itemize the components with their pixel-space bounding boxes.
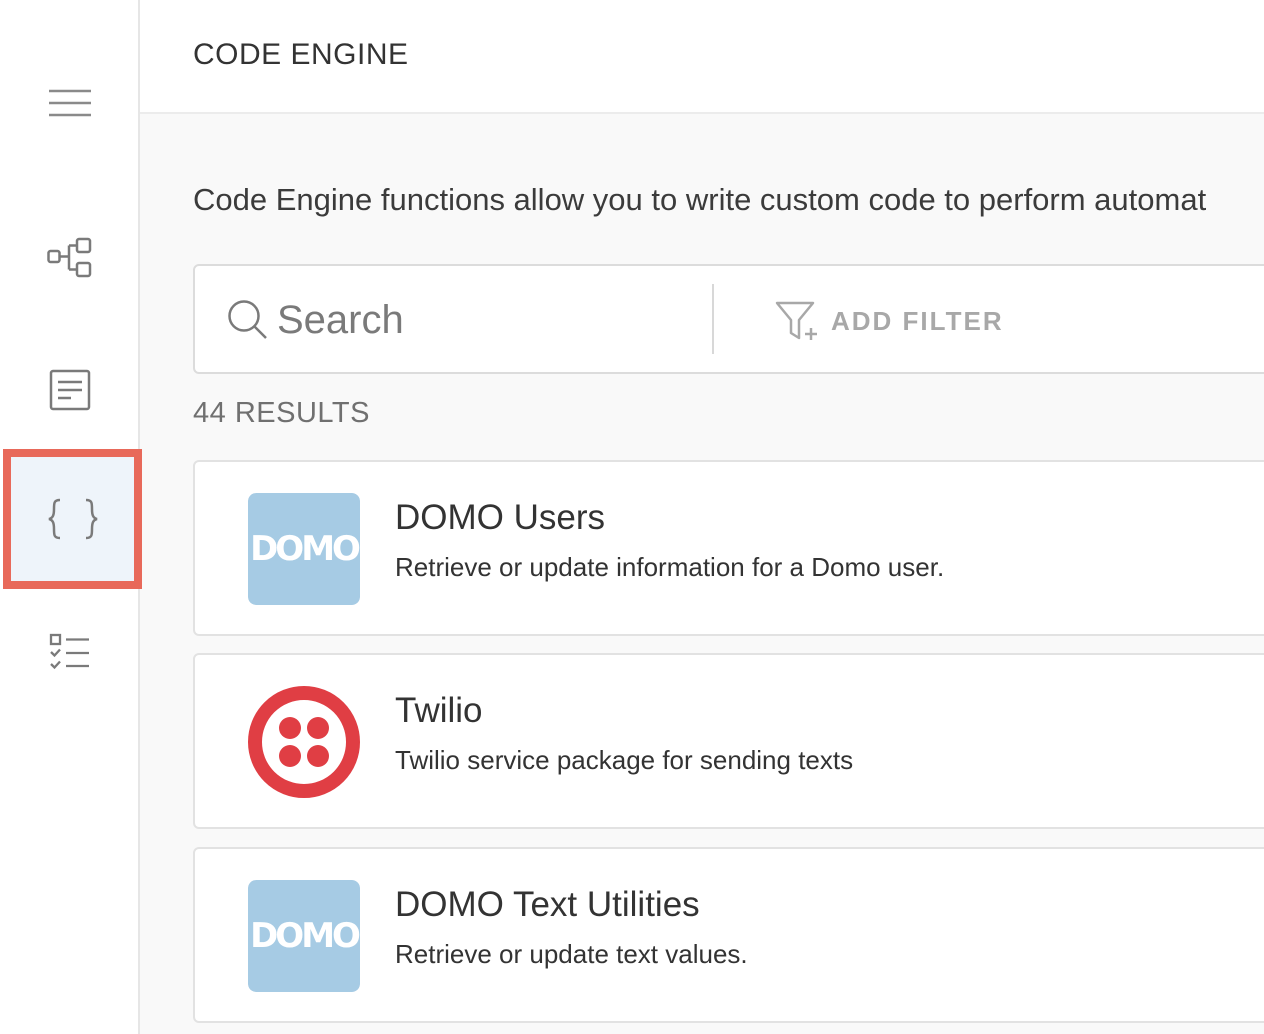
sidebar [0, 0, 142, 1034]
add-filter-button[interactable]: ADD FILTER [775, 299, 1004, 343]
search-divider [712, 284, 714, 354]
filter-plus-icon [775, 301, 817, 340]
search-bar: ADD FILTER [193, 264, 1264, 374]
search-icon [228, 300, 267, 339]
page-header: CODE ENGINE [140, 0, 1264, 114]
domo-logo: DOMO [248, 493, 360, 605]
package-card-twilio[interactable]: Twilio Twilio service package for sendin… [193, 653, 1264, 829]
add-filter-label: ADD FILTER [831, 305, 1004, 336]
sidebar-item-documents[interactable] [0, 325, 140, 455]
sidebar-item-code-engine[interactable] [3, 449, 142, 589]
main-content: Code Engine functions allow you to write… [140, 114, 1264, 1034]
workflow-diagram-icon [47, 237, 92, 278]
document-icon [49, 369, 91, 411]
package-card-domo-users[interactable]: DOMO DOMO Users Retrieve or update infor… [193, 460, 1264, 636]
package-title: Twilio [395, 691, 483, 730]
domo-logo: DOMO [248, 880, 360, 992]
hamburger-menu-icon [49, 89, 91, 117]
package-description: Retrieve or update text values. [395, 939, 748, 969]
results-count: 44 RESULTS [193, 397, 370, 429]
package-card-domo-text-utilities[interactable]: DOMO DOMO Text Utilities Retrieve or upd… [193, 847, 1264, 1023]
sidebar-item-tasks[interactable] [0, 588, 140, 718]
search-input[interactable] [277, 291, 697, 349]
twilio-logo [248, 686, 360, 798]
page-title: CODE ENGINE [193, 38, 409, 71]
package-description: Retrieve or update information for a Dom… [395, 552, 945, 582]
package-title: DOMO Users [395, 498, 605, 537]
package-title: DOMO Text Utilities [395, 885, 700, 924]
sidebar-item-workflows[interactable] [0, 193, 140, 323]
curly-braces-icon [48, 498, 97, 540]
sidebar-item-menu[interactable] [0, 38, 140, 168]
checklist-icon [49, 633, 89, 670]
package-description: Twilio service package for sending texts [395, 745, 854, 775]
page-description: Code Engine functions allow you to write… [193, 182, 1207, 217]
